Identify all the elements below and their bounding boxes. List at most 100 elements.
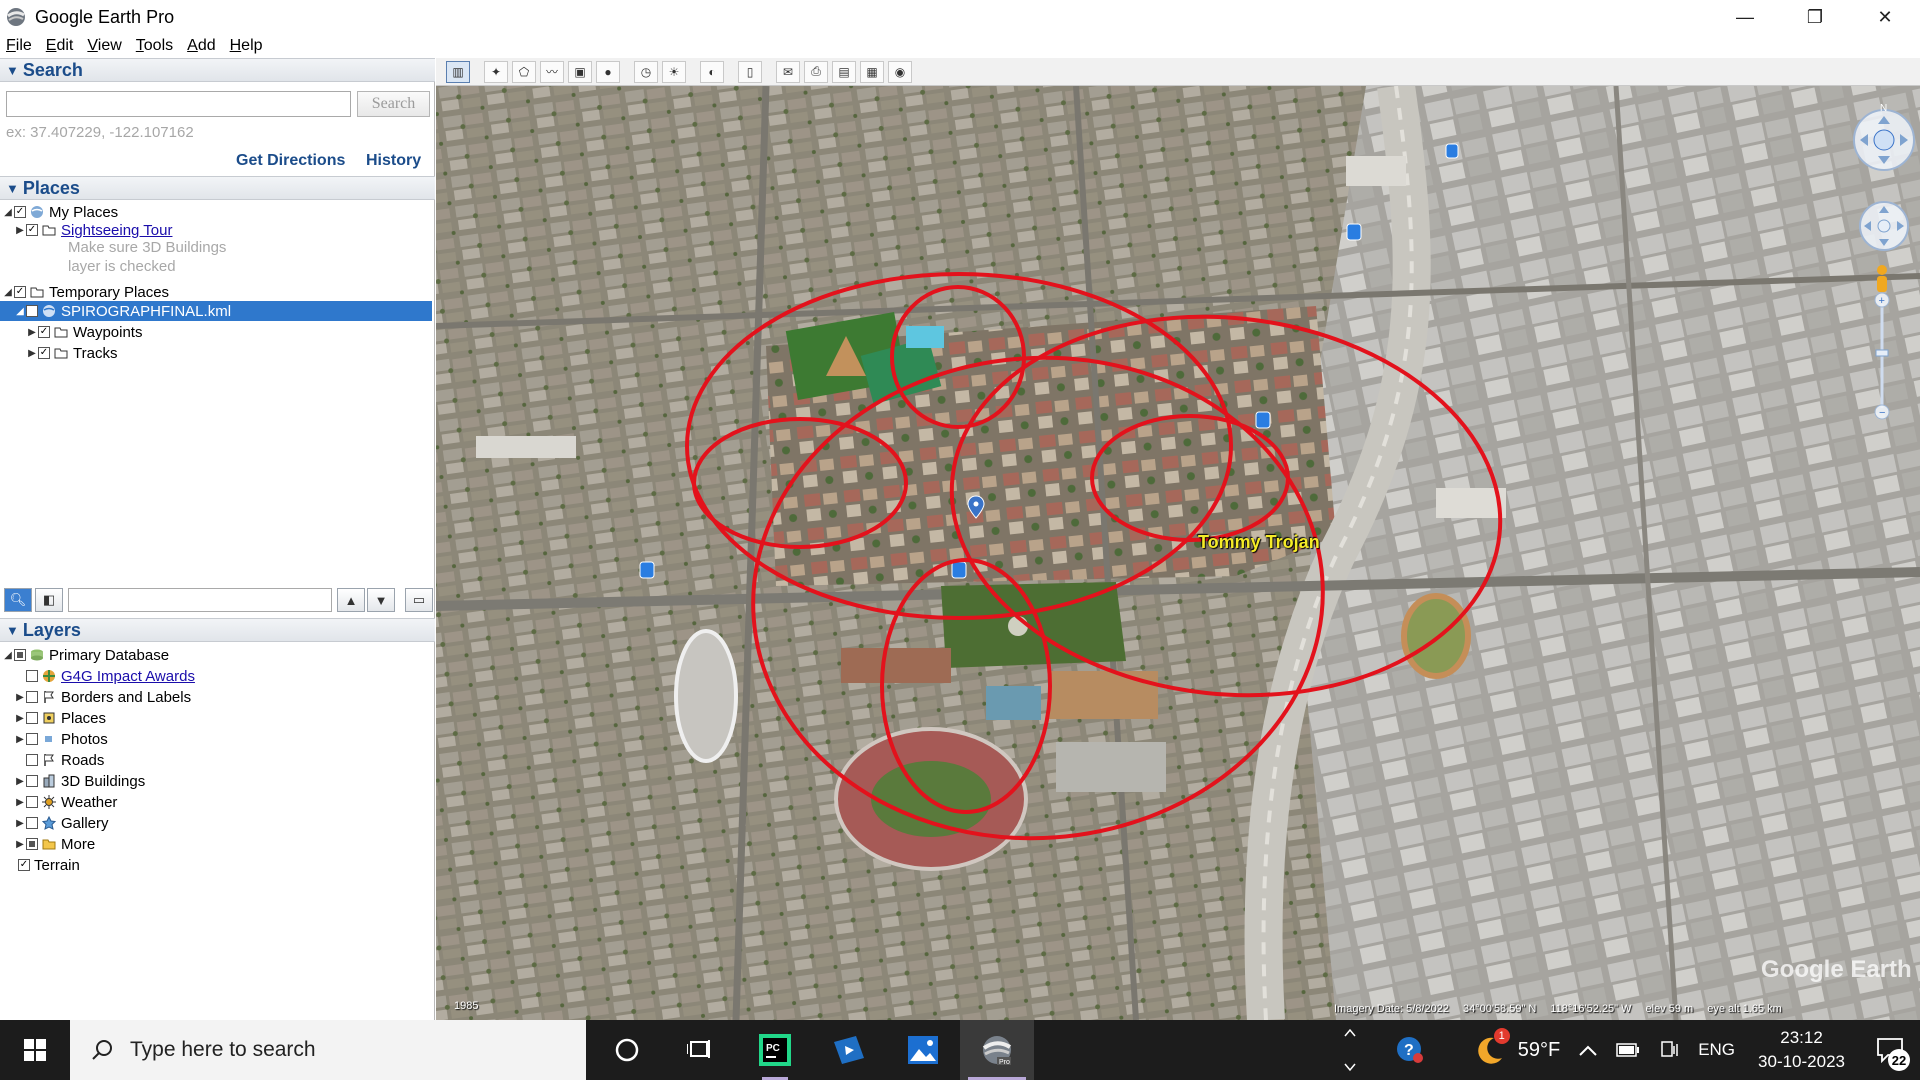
checkbox[interactable] (26, 775, 38, 787)
tree-item-waypoints[interactable]: ▶ ✓ Waypoints (26, 322, 142, 342)
expand-arrow-icon[interactable]: ◢ (2, 207, 14, 218)
checkbox[interactable]: ✓ (26, 224, 38, 236)
start-button[interactable] (0, 1020, 70, 1080)
expand-arrow-icon[interactable]: ▶ (14, 839, 26, 850)
record-tour-icon[interactable]: ● (596, 60, 620, 83)
get-directions-link[interactable]: Get Directions (236, 152, 345, 170)
sightseeing-tour-link[interactable]: Sightseeing Tour (61, 222, 172, 239)
checkbox[interactable]: ✓ (26, 305, 38, 317)
expand-arrow-icon[interactable]: ▶ (14, 713, 26, 724)
search-button[interactable]: Search (357, 91, 430, 117)
expand-arrow-icon[interactable]: ▶ (26, 327, 38, 338)
menu-help[interactable]: Help (230, 37, 263, 55)
network-tray[interactable] (1658, 1040, 1680, 1060)
places-filter-input[interactable] (68, 588, 332, 612)
move-up-icon[interactable]: ▲ (337, 588, 365, 612)
transit-marker[interactable] (951, 561, 967, 579)
expand-arrow-icon[interactable]: ◢ (2, 287, 14, 298)
checkbox[interactable] (26, 817, 38, 829)
transit-marker[interactable] (639, 561, 655, 579)
expand-arrow-icon[interactable]: ◢ (14, 306, 26, 317)
email-icon[interactable]: ✉ (776, 60, 800, 83)
checkbox[interactable]: ✓ (14, 206, 26, 218)
g4g-impact-awards-link[interactable]: G4G Impact Awards (61, 668, 195, 685)
expand-arrow-icon[interactable]: ▶ (14, 225, 26, 236)
new-folder-icon[interactable]: ▭ (405, 588, 433, 612)
tree-item-tracks[interactable]: ▶ ✓ Tracks (26, 343, 117, 363)
checkbox[interactable] (26, 733, 38, 745)
add-polygon-icon[interactable]: ⬠ (512, 60, 536, 83)
notifications-button[interactable]: 22 (1876, 1037, 1910, 1071)
sidebar-toggle-icon[interactable]: ▥ (446, 60, 470, 83)
taskbar-app-pycharm[interactable]: PC (738, 1020, 812, 1080)
weather-widget[interactable]: 1 59°F (1474, 1028, 1560, 1066)
menu-tools[interactable]: Tools (136, 37, 173, 55)
map-view[interactable]: ▥ ✦ ⬠ 〰 ▣ ● ◷ ☀ ◐ ▯ ✉ ⎙ ▤ ▦ ◉ Tommy Troj… (436, 58, 1920, 1020)
planets-icon[interactable]: ◐ (700, 60, 724, 83)
layer-weather[interactable]: ▶ Weather (14, 792, 117, 812)
checkbox[interactable] (26, 691, 38, 703)
expand-arrow-icon[interactable]: ▶ (14, 818, 26, 829)
close-button[interactable]: ✕ (1850, 0, 1920, 34)
checkbox[interactable] (14, 649, 26, 661)
search-places-icon[interactable]: 🔍︎ (4, 588, 32, 612)
menu-add[interactable]: Add (187, 37, 215, 55)
clock[interactable]: 23:12 30-10-2023 (1758, 1026, 1845, 1074)
tree-item-kml-file[interactable]: ◢ ✓ SPIROGRAPHFINAL.kml (0, 301, 432, 321)
help-tray-button[interactable]: ? (1395, 1035, 1425, 1065)
add-placemark-icon[interactable]: ✦ (484, 60, 508, 83)
task-view-button[interactable] (664, 1020, 738, 1080)
places-panel-header[interactable]: ▼ Places (0, 176, 435, 200)
tree-item-temporary-places[interactable]: ◢ ✓ Temporary Places (2, 282, 169, 302)
tree-item-my-places[interactable]: ◢ ✓ My Places (2, 202, 118, 222)
ruler-icon[interactable]: ▯ (738, 60, 762, 83)
layer-roads[interactable]: Roads (14, 750, 104, 770)
language-indicator[interactable]: ENG (1698, 1040, 1735, 1060)
sunlight-icon[interactable]: ☀ (662, 60, 686, 83)
taskbar-app-photos[interactable] (886, 1020, 960, 1080)
navigation-controls[interactable]: N + − (1840, 88, 1920, 488)
expand-arrow-icon[interactable]: ▶ (26, 348, 38, 359)
layer-borders-and-labels[interactable]: ▶ Borders and Labels (14, 687, 191, 707)
menu-edit[interactable]: Edit (46, 37, 74, 55)
tree-item-sightseeing[interactable]: ▶ ✓ Sightseeing Tour (14, 220, 172, 240)
expand-arrow-icon[interactable]: ▶ (14, 776, 26, 787)
taskbar-app-media-player[interactable] (812, 1020, 886, 1080)
zoom-slider[interactable]: + − (1874, 292, 1890, 420)
checkbox[interactable] (26, 670, 38, 682)
print-icon[interactable]: ⎙ (804, 60, 828, 83)
layer-photos[interactable]: ▶ Photos (14, 729, 108, 749)
battery-tray[interactable] (1616, 1043, 1640, 1057)
layer-gallery[interactable]: ▶ Gallery (14, 813, 108, 833)
restore-button[interactable]: ❐ (1780, 0, 1850, 34)
move-control[interactable] (1859, 201, 1909, 251)
transit-marker[interactable] (1346, 223, 1362, 241)
satellite-imagery[interactable] (436, 86, 1920, 1020)
look-control[interactable] (1853, 109, 1915, 171)
add-path-icon[interactable]: 〰 (540, 60, 564, 83)
street-view-pegman-icon[interactable] (1877, 265, 1887, 292)
layer-terrain[interactable]: ✓ Terrain (18, 855, 80, 875)
taskbar-search-box[interactable]: Type here to search (70, 1020, 586, 1080)
toggle-panel-icon[interactable]: ◧ (35, 588, 63, 612)
history-link[interactable]: History (366, 152, 421, 170)
expand-arrow-icon[interactable]: ▶ (14, 734, 26, 745)
transit-marker[interactable] (1255, 411, 1271, 429)
checkbox[interactable] (26, 754, 38, 766)
checkbox[interactable]: ✓ (38, 347, 50, 359)
checkbox[interactable]: ✓ (38, 326, 50, 338)
checkbox[interactable] (26, 838, 38, 850)
checkbox[interactable] (26, 796, 38, 808)
search-input[interactable] (6, 91, 351, 117)
view-in-maps-icon[interactable]: ▦ (860, 60, 884, 83)
menu-file[interactable]: File (6, 37, 32, 55)
checkbox[interactable]: ✓ (18, 859, 30, 871)
historical-imagery-icon[interactable]: ◷ (634, 60, 658, 83)
cortana-button[interactable] (590, 1020, 664, 1080)
layer-primary-database[interactable]: ◢ Primary Database (2, 645, 169, 665)
north-indicator[interactable]: N (1880, 103, 1887, 114)
expand-arrow-icon[interactable]: ◢ (2, 650, 14, 661)
expand-arrow-icon[interactable]: ▶ (14, 692, 26, 703)
minimize-button[interactable]: — (1710, 0, 1780, 34)
taskbar-app-google-earth[interactable]: Pro (960, 1020, 1034, 1080)
